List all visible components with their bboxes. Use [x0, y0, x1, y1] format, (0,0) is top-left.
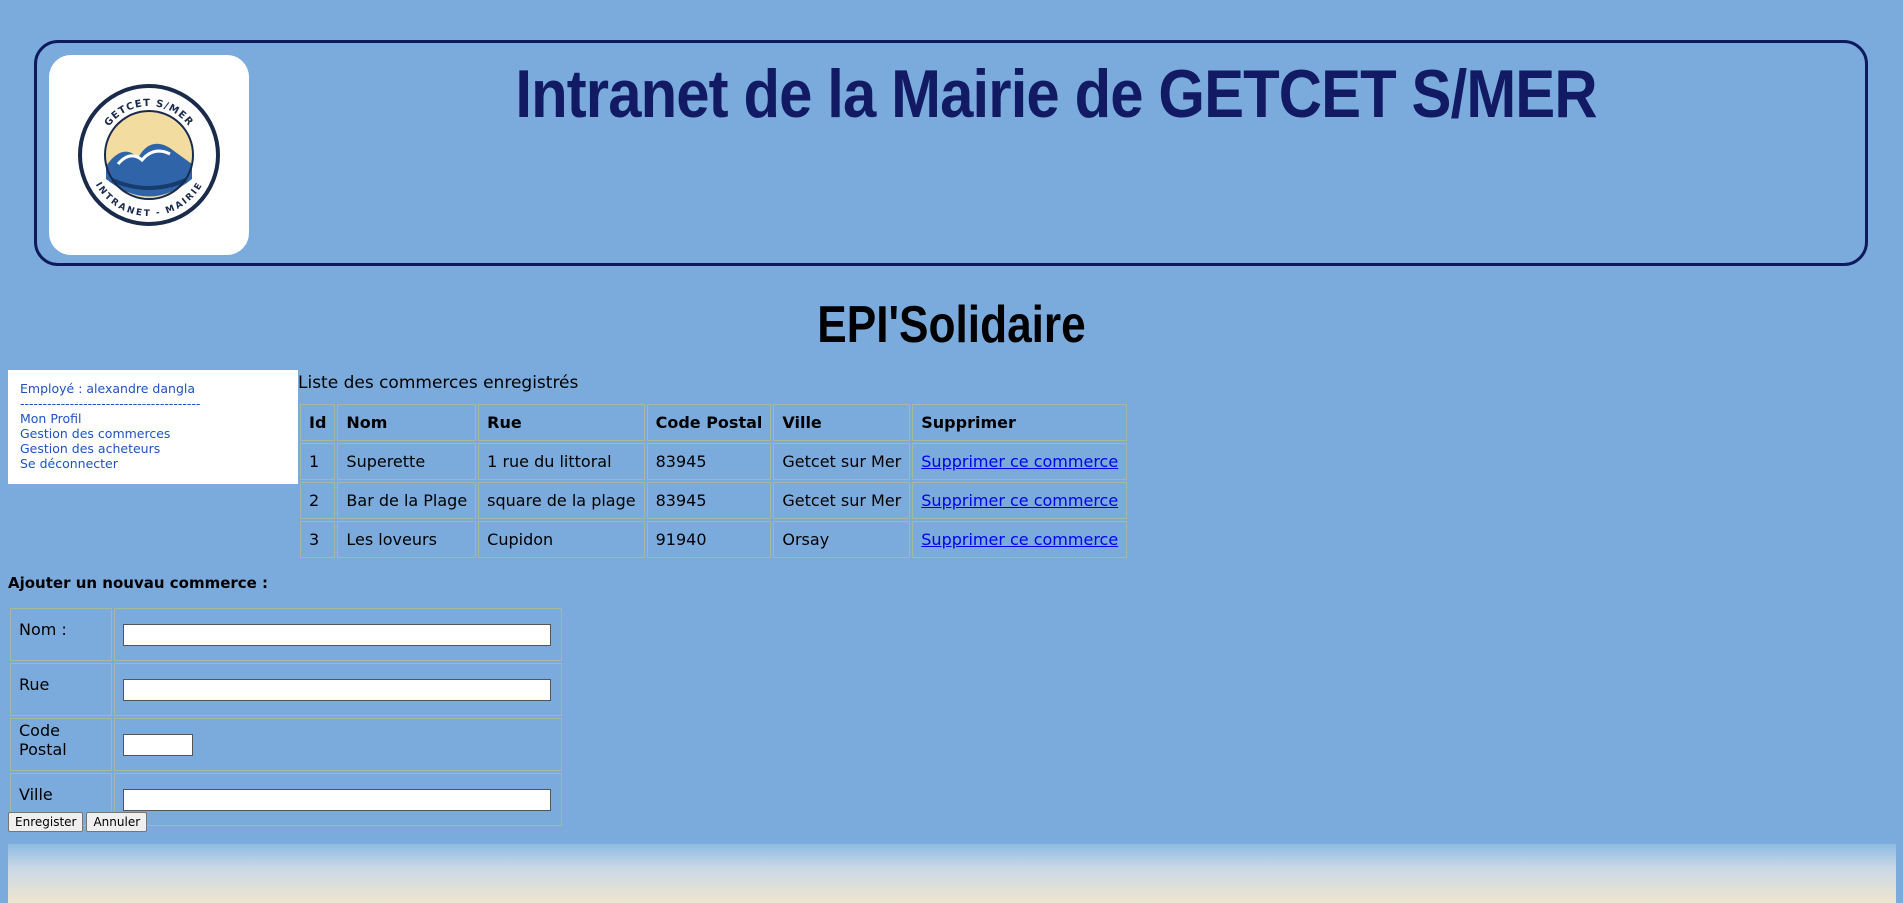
delete-commerce-link[interactable]: Supprimer ce commerce [921, 491, 1118, 510]
employee-label: Employé : alexandre dangla [20, 381, 196, 396]
save-button[interactable]: Enregister [8, 812, 84, 832]
sidebar-link-profile[interactable]: Mon Profil [20, 411, 286, 426]
cell-nom: Superette [337, 443, 477, 480]
cell-cp: 83945 [646, 443, 772, 480]
column-header: Id [300, 404, 336, 441]
sidebar-link-commerces[interactable]: Gestion des commerces [20, 426, 286, 441]
field-label: Code Postal [10, 718, 112, 771]
cell-id: 1 [300, 443, 336, 480]
logo: GETCET S/MER INTRANET - MAIRIE [49, 55, 249, 255]
form-buttons: Enregister Annuler [8, 811, 150, 832]
list-caption: Liste des commerces enregistrés [298, 373, 579, 393]
column-header: Code Postal [646, 404, 772, 441]
nom-input[interactable] [123, 623, 551, 646]
sidebar-link-logout[interactable]: Se déconnecter [20, 456, 286, 471]
column-header: Nom [337, 404, 477, 441]
ville-input[interactable] [123, 788, 551, 811]
sidebar-link-acheteurs[interactable]: Gestion des acheteurs [20, 441, 286, 456]
column-header: Supprimer [912, 404, 1128, 441]
form-row: Nom : [10, 608, 562, 661]
divider: ---------------------------------------- [20, 396, 201, 411]
cell-cp: 83945 [646, 482, 772, 519]
cell-id: 2 [300, 482, 336, 519]
header-banner: GETCET S/MER INTRANET - MAIRIE Intranet … [34, 40, 1868, 266]
cell-ville: Getcet sur Mer [773, 482, 911, 519]
rue-input[interactable] [123, 678, 551, 701]
delete-commerce-link[interactable]: Supprimer ce commerce [921, 452, 1118, 471]
cell-rue: square de la plage [478, 482, 645, 519]
cell-rue: Cupidon [478, 521, 645, 558]
delete-commerce-link[interactable]: Supprimer ce commerce [921, 530, 1118, 549]
commerce-table: Id Nom Rue Code Postal Ville Supprimer 1… [298, 402, 1129, 560]
field-label: Nom : [10, 608, 112, 661]
wave-logo-icon: GETCET S/MER INTRANET - MAIRIE [78, 84, 220, 226]
table-row: 1 Superette 1 rue du littoral 83945 Getc… [300, 443, 1128, 480]
table-row: 2 Bar de la Plage square de la plage 839… [300, 482, 1128, 519]
cell-ville: Getcet sur Mer [773, 443, 911, 480]
cancel-button[interactable]: Annuler [86, 812, 148, 832]
cell-cp: 91940 [646, 521, 772, 558]
field-label: Rue [10, 663, 112, 716]
table-row: 3 Les loveurs Cupidon 91940 Orsay Suppri… [300, 521, 1128, 558]
cell-nom: Bar de la Plage [337, 482, 477, 519]
site-title: Intranet de la Mairie de GETCET S/MER [515, 56, 1597, 132]
column-header: Ville [773, 404, 911, 441]
cell-action: Supprimer ce commerce [912, 443, 1128, 480]
cell-action: Supprimer ce commerce [912, 482, 1128, 519]
cell-rue: 1 rue du littoral [478, 443, 645, 480]
cell-action: Supprimer ce commerce [912, 521, 1128, 558]
cell-ville: Orsay [773, 521, 911, 558]
column-header: Rue [478, 404, 645, 441]
cell-id: 3 [300, 521, 336, 558]
cell-nom: Les loveurs [337, 521, 477, 558]
code-postal-input[interactable] [123, 733, 193, 756]
form-row: Code Postal [10, 718, 562, 771]
page-title: EPI'Solidaire [817, 296, 1086, 354]
table-header-row: Id Nom Rue Code Postal Ville Supprimer [300, 404, 1128, 441]
add-commerce-form: Nom : Rue Code Postal Ville [8, 606, 564, 828]
form-heading: Ajouter un nouvau commerce : [8, 574, 269, 592]
sidebar-menu: Employé : alexandre dangla -------------… [8, 370, 298, 484]
form-row: Rue [10, 663, 562, 716]
beach-banner-image [8, 844, 1896, 903]
